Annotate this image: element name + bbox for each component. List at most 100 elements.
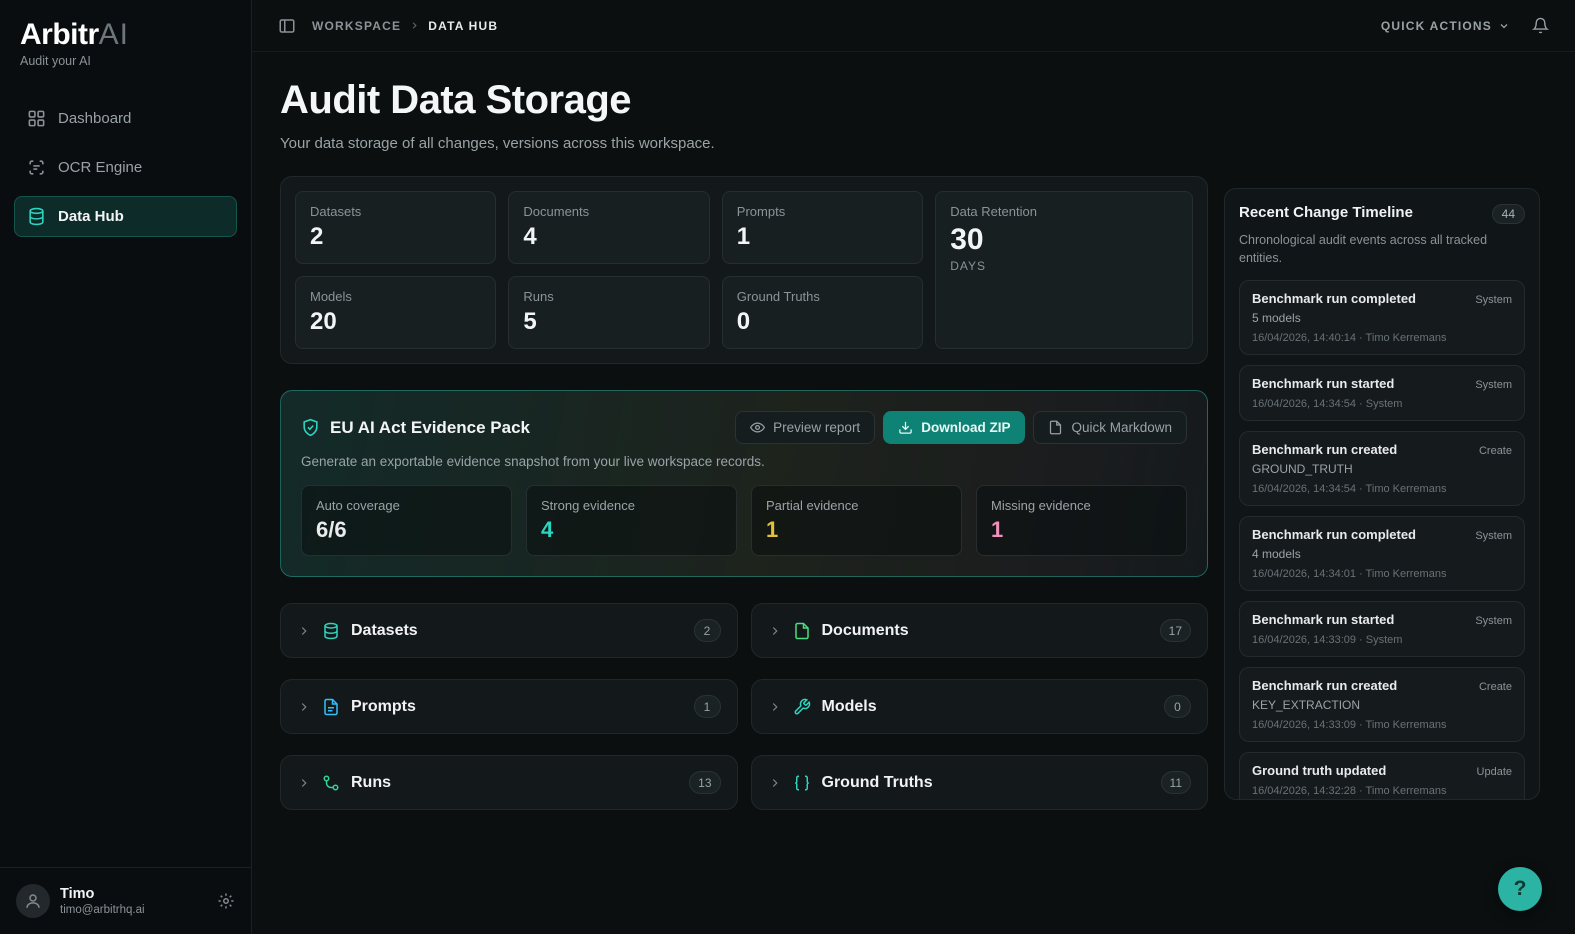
stat-ground-truths: Ground Truths 0 [721,276,924,349]
event-title: Benchmark run completed [1252,527,1416,543]
help-question-mark: ? [1513,877,1527,900]
quick-markdown-button[interactable]: Quick Markdown [1033,411,1187,444]
sidebar-toggle-icon[interactable] [278,17,296,35]
evidence-stat-missing: Missing evidence 1 [976,485,1187,556]
user-section: Timo timo@arbitrhq.ai [0,867,251,934]
avatar[interactable] [16,884,50,918]
evidence-pack-buttons: Preview report Download ZIP Quick Markdo… [735,411,1187,444]
user-name: Timo [60,886,95,902]
timeline-event[interactable]: Benchmark run started System 16/04/2026,… [1239,601,1525,658]
section-models[interactable]: Models 0 [750,679,1208,734]
timeline-event[interactable]: Benchmark run created Create KEY_EXTRACT… [1239,667,1525,743]
evidence-pack-title: EU AI Act Evidence Pack [330,417,530,437]
timeline-event[interactable]: Benchmark run completed System 4 models … [1239,516,1525,592]
evidence-stat-value: 1 [766,517,779,542]
main-area: WORKSPACE DATA HUB QUICK ACTIONS Audit D… [252,0,1575,934]
event-tag: System [1475,530,1512,543]
event-row: Ground truth updated Update [1252,763,1512,778]
event-row: Benchmark run completed System [1252,527,1512,542]
breadcrumb: WORKSPACE DATA HUB [312,19,498,33]
stat-value: 1 [736,223,751,250]
sidebar-item-dashboard[interactable]: Dashboard [14,98,237,139]
event-title: Benchmark run completed [1252,291,1416,307]
recent-change-timeline-panel: Recent Change Timeline 44 Chronological … [1224,188,1540,800]
event-tag: System [1475,294,1512,307]
sidebar-item-data-hub[interactable]: Data Hub [14,196,237,237]
eye-icon [750,420,766,435]
evidence-pack-header: EU AI Act Evidence Pack Preview report D… [301,411,1187,444]
stat-label: Ground Truths [736,289,820,304]
evidence-stat-value: 4 [541,517,554,542]
section-label: Datasets [351,621,418,639]
breadcrumb-current: DATA HUB [428,18,499,33]
topbar-right: QUICK ACTIONS [1381,17,1549,34]
event-detail: KEY_EXTRACTION [1252,698,1361,713]
file-text-icon [1048,420,1063,435]
breadcrumb-workspace[interactable]: WORKSPACE [312,19,401,33]
sidebar-nav: Dashboard OCR Engine Data Hub [14,98,237,237]
section-count-badge: 2 [693,619,721,642]
settings-gear-icon[interactable] [217,892,235,910]
evidence-stat-label: Strong evidence [541,498,635,513]
stat-value: 5 [523,308,537,335]
section-count-badge: 13 [689,771,721,794]
dashboard-icon [27,109,46,128]
evidence-pack-card: EU AI Act Evidence Pack Preview report D… [280,390,1208,577]
stat-label: Documents [523,204,590,219]
event-row: Benchmark run started System [1252,612,1512,627]
content-left-column: Audit Data Storage Your data storage of … [280,78,1208,934]
event-meta: 16/04/2026, 14:33:09 · Timo Kerremans [1252,719,1447,732]
event-tag: System [1475,615,1512,628]
event-tag: Create [1478,445,1512,458]
stat-data-retention: Data Retention 30 DAYS [935,191,1193,349]
event-meta: 16/04/2026, 14:33:09 · System [1252,634,1403,647]
event-row: Benchmark run completed System [1252,291,1512,306]
evidence-stat-label: Partial evidence [766,498,859,513]
wrench-icon [793,698,811,716]
sidebar: Arbitr AI Audit your AI Dashboard OCR En… [0,0,252,934]
evidence-stat-label: Missing evidence [991,498,1091,513]
evidence-stat-value: 1 [991,517,1004,542]
sidebar-item-ocr-engine[interactable]: OCR Engine [14,147,237,188]
section-count-badge: 11 [1160,771,1191,794]
stat-label: Data Retention [950,204,1037,219]
section-count-badge: 17 [1159,619,1191,642]
quick-actions-button[interactable]: QUICK ACTIONS [1381,19,1510,33]
timeline-event[interactable]: Benchmark run created Create GROUND_TRUT… [1239,431,1525,507]
download-zip-button[interactable]: Download ZIP [883,411,1026,444]
event-tag: System [1475,379,1512,392]
storage-stats-card: Datasets 2 Documents 4 Prompts 1 Data Re… [280,176,1208,364]
logo-text-bold: Arbitr [20,18,99,51]
section-documents[interactable]: Documents 17 [750,603,1208,658]
timeline-event[interactable]: Benchmark run started System 16/04/2026,… [1239,365,1525,422]
user-email: timo@arbitrhq.ai [60,904,145,916]
evidence-pack-stats: Auto coverage 6/6 Strong evidence 4 Part… [301,485,1187,556]
chevron-right-icon [768,624,782,638]
download-zip-label: Download ZIP [921,420,1011,435]
stat-value: 20 [310,308,337,335]
timeline-event[interactable]: Ground truth updated Update 16/04/2026, … [1239,752,1525,799]
stat-label: Runs [523,289,554,304]
scan-text-icon [27,158,46,177]
preview-report-button[interactable]: Preview report [735,411,876,444]
event-meta: 16/04/2026, 14:40:14 · Timo Kerremans [1252,332,1447,345]
help-button[interactable]: ? [1498,867,1542,911]
section-runs[interactable]: Runs 13 [280,755,738,810]
event-row: Benchmark run created Create [1252,442,1512,457]
section-ground-truths[interactable]: Ground Truths 11 [750,755,1208,810]
evidence-stat-auto-coverage: Auto coverage 6/6 [301,485,512,556]
timeline-event[interactable]: Benchmark run completed System 5 models … [1239,280,1525,356]
evidence-stat-strong: Strong evidence 4 [526,485,737,556]
sidebar-item-label: Data Hub [58,208,124,225]
stat-value: 30 [950,223,984,256]
shield-check-icon [301,418,320,437]
event-row: Benchmark run started System [1252,376,1512,391]
bell-icon[interactable] [1532,17,1549,34]
section-prompts[interactable]: Prompts 1 [280,679,738,734]
app-tagline: Audit your AI [20,54,91,68]
section-label: Runs [351,773,391,791]
file-text-icon [322,698,340,716]
event-row: Benchmark run created Create [1252,678,1512,693]
section-datasets[interactable]: Datasets 2 [280,603,738,658]
quick-markdown-label: Quick Markdown [1071,420,1172,435]
